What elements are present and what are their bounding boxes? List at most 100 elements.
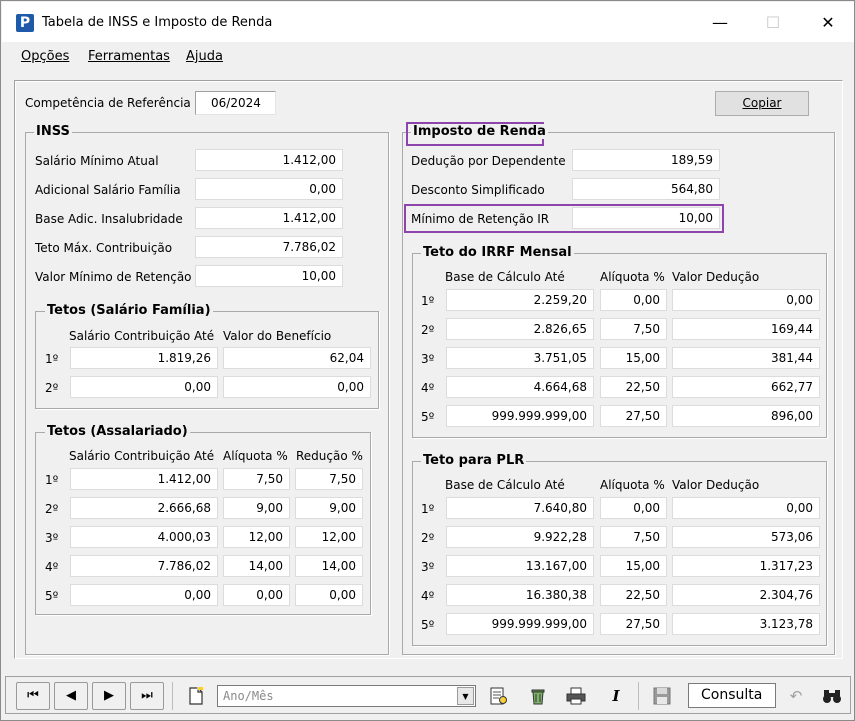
prev-record-icon: ◀	[66, 688, 76, 703]
plr-deducao-2[interactable]: 573,06	[672, 526, 820, 548]
irrf-deducao-3[interactable]: 381,44	[672, 347, 820, 369]
irrf-deducao-4[interactable]: 662,77	[672, 376, 820, 398]
last-record-button[interactable]: ⏭	[130, 682, 164, 710]
inss-title: INSS	[34, 124, 72, 139]
competencia-label: Competência de Referência	[25, 96, 191, 110]
assal-aliquota-2[interactable]: 9,00	[223, 497, 290, 519]
assal-header-reducao: Redução %	[296, 449, 363, 463]
plr-base-2[interactable]: 9.922,28	[446, 526, 594, 548]
assal-reducao-3[interactable]: 12,00	[295, 526, 363, 548]
inss-field-4[interactable]: 7.786,02	[195, 236, 343, 258]
inss-field-1[interactable]: 1.412,00	[195, 149, 343, 171]
irrf-base-1[interactable]: 2.259,20	[446, 289, 594, 311]
plr-aliquota-2[interactable]: 7,50	[600, 526, 667, 548]
plr-aliquota-3[interactable]: 15,00	[600, 555, 667, 577]
assal-ord-2: 2º	[45, 502, 59, 516]
inss-field-5[interactable]: 10,00	[195, 265, 343, 287]
irrf-base-5[interactable]: 999.999.999,00	[446, 405, 594, 427]
plr-deducao-5[interactable]: 3.123,78	[672, 613, 820, 635]
inss-label-5: Valor Mínimo de Retenção	[35, 270, 192, 284]
close-button[interactable]: ✕	[806, 8, 850, 38]
first-record-button[interactable]: ⏮	[16, 682, 50, 710]
mode-indicator: Consulta	[688, 683, 776, 708]
plr-base-4[interactable]: 16.380,38	[446, 584, 594, 606]
ir-field-1[interactable]: 189,59	[572, 149, 720, 171]
plr-header-base: Base de Cálculo Até	[445, 478, 565, 492]
irrf-deducao-2[interactable]: 169,44	[672, 318, 820, 340]
ir-field-2[interactable]: 564,80	[572, 178, 720, 200]
ano-mes-combo[interactable]: Ano/Mês ▼	[217, 685, 476, 707]
competencia-input[interactable]: 06/2024	[195, 91, 276, 115]
plr-ord-3: 3º	[421, 560, 435, 574]
assal-reducao-4[interactable]: 14,00	[295, 555, 363, 577]
inss-field-3[interactable]: 1.412,00	[195, 207, 343, 229]
assal-reducao-1[interactable]: 7,50	[295, 468, 363, 490]
plr-deducao-1[interactable]: 0,00	[672, 497, 820, 519]
last-record-icon: ⏭	[141, 688, 153, 703]
assal-reducao-5[interactable]: 0,00	[295, 584, 363, 606]
assal-aliquota-5[interactable]: 0,00	[223, 584, 290, 606]
inss-field-2[interactable]: 0,00	[195, 178, 343, 200]
irrf-aliquota-3[interactable]: 15,00	[600, 347, 667, 369]
plr-aliquota-5[interactable]: 27,50	[600, 613, 667, 635]
menu-ferramentas[interactable]: Ferramentas	[88, 49, 170, 64]
familia-header-salario: Salário Contribuição Até	[69, 329, 215, 343]
new-document-button[interactable]	[182, 682, 210, 710]
irrf-aliquota-2[interactable]: 7,50	[600, 318, 667, 340]
assal-aliquota-4[interactable]: 14,00	[223, 555, 290, 577]
assal-salario-3[interactable]: 4.000,03	[70, 526, 218, 548]
plr-base-1[interactable]: 7.640,80	[446, 497, 594, 519]
familia-salario-2[interactable]: 0,00	[70, 376, 218, 398]
irrf-aliquota-4[interactable]: 22,50	[600, 376, 667, 398]
assal-ord-4: 4º	[45, 560, 59, 574]
main-window: P Tabela de INSS e Imposto de Renda — ☐ …	[0, 0, 855, 721]
plr-deducao-4[interactable]: 2.304,76	[672, 584, 820, 606]
prev-record-button[interactable]: ◀	[54, 682, 88, 710]
irrf-header-deducao: Valor Dedução	[672, 270, 760, 284]
irrf-deducao-1[interactable]: 0,00	[672, 289, 820, 311]
plr-base-5[interactable]: 999.999.999,00	[446, 613, 594, 635]
search-button[interactable]	[818, 682, 846, 710]
familia-beneficio-1[interactable]: 62,04	[223, 347, 371, 369]
ir-title: Imposto de Renda	[411, 124, 548, 139]
plr-deducao-3[interactable]: 1.317,23	[672, 555, 820, 577]
assal-aliquota-1[interactable]: 7,50	[223, 468, 290, 490]
copiar-button[interactable]: Copiar	[715, 91, 809, 116]
print-button[interactable]	[562, 682, 590, 710]
assal-salario-4[interactable]: 7.786,02	[70, 555, 218, 577]
window-title: Tabela de INSS e Imposto de Renda	[42, 15, 273, 30]
minimize-button[interactable]: —	[698, 8, 742, 38]
irrf-aliquota-5[interactable]: 27,50	[600, 405, 667, 427]
assal-salario-2[interactable]: 2.666,68	[70, 497, 218, 519]
irrf-base-2[interactable]: 2.826,65	[446, 318, 594, 340]
plr-aliquota-4[interactable]: 22,50	[600, 584, 667, 606]
ir-field-3[interactable]: 10,00	[572, 207, 720, 229]
binoculars-icon	[823, 690, 841, 703]
report-button[interactable]	[484, 682, 512, 710]
irrf-aliquota-1[interactable]: 0,00	[600, 289, 667, 311]
plr-base-3[interactable]: 13.167,00	[446, 555, 594, 577]
irrf-base-4[interactable]: 4.664,68	[446, 376, 594, 398]
menu-ajuda[interactable]: Ajuda	[186, 49, 223, 64]
chevron-down-icon[interactable]: ▼	[457, 687, 474, 705]
familia-salario-1[interactable]: 1.819,26	[70, 347, 218, 369]
assal-salario-1[interactable]: 1.412,00	[70, 468, 218, 490]
menu-ferramentas-label: Ferramentas	[88, 49, 170, 64]
recycle-button[interactable]	[524, 682, 552, 710]
assal-ord-5: 5º	[45, 589, 59, 603]
plr-aliquota-1[interactable]: 0,00	[600, 497, 667, 519]
familia-beneficio-2[interactable]: 0,00	[223, 376, 371, 398]
assal-aliquota-3[interactable]: 12,00	[223, 526, 290, 548]
app-icon: P	[16, 14, 34, 32]
next-record-button[interactable]: ▶	[92, 682, 126, 710]
assal-salario-5[interactable]: 0,00	[70, 584, 218, 606]
report-icon	[490, 687, 507, 705]
undo-button[interactable]: ↶	[782, 682, 810, 710]
irrf-deducao-5[interactable]: 896,00	[672, 405, 820, 427]
plr-header-aliquota: Alíquota %	[600, 478, 665, 492]
irrf-base-3[interactable]: 3.751,05	[446, 347, 594, 369]
italic-button[interactable]: I	[602, 682, 630, 710]
save-button[interactable]	[648, 682, 676, 710]
menu-opcoes[interactable]: Opções	[21, 49, 69, 64]
assal-reducao-2[interactable]: 9,00	[295, 497, 363, 519]
